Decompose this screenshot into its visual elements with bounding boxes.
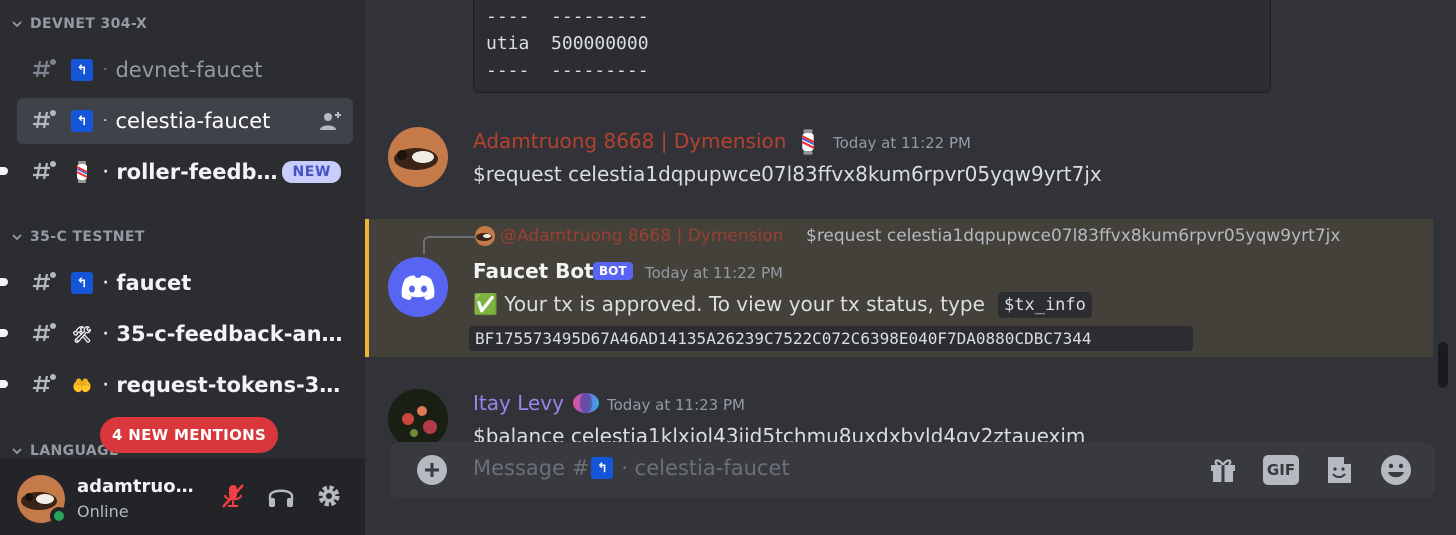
sticker-icon[interactable] (1321, 452, 1357, 488)
unread-indicator (0, 167, 8, 175)
barber-pole-emoji (71, 161, 93, 183)
separator: · (103, 113, 108, 129)
user-avatar[interactable] (17, 475, 68, 525)
code-line: ---- --------- (486, 60, 649, 81)
headphones-icon[interactable] (265, 480, 297, 512)
avatar[interactable] (388, 127, 448, 187)
separator: · (103, 275, 109, 291)
sidebar-item-celestia-faucet[interactable]: ↰ · celestia-faucet (17, 98, 353, 144)
message-input[interactable]: Message # ↰ · celestia-faucet (473, 456, 790, 480)
inline-code: $tx_info (998, 292, 1092, 318)
reply-avatar (475, 226, 495, 246)
placeholder-prefix: Message # (473, 456, 590, 480)
channel-sidebar: DEVNET 304-X ↰ · devnet-faucet ↰ · celes… (0, 0, 365, 535)
channel-name: request-tokens-35… (116, 373, 353, 397)
blue-square-hook-emoji: ↰ (71, 272, 93, 294)
unread-indicator (0, 329, 8, 337)
unread-indicator (0, 278, 8, 286)
channel-name: 35-c-feedback-and… (116, 322, 353, 346)
bot-avatar[interactable] (388, 257, 448, 317)
hammer-and-wrench-emoji: 🛠 (71, 324, 93, 344)
unread-indicator (0, 380, 8, 388)
nitro-gem-icon (573, 393, 599, 413)
gif-button[interactable]: GIF (1263, 455, 1299, 485)
blue-square-hook-emoji: ↰ (71, 59, 93, 81)
channel-name: devnet-faucet (115, 58, 263, 82)
chevron-down-icon (12, 21, 22, 28)
category-label: DEVNET 304-X (30, 16, 148, 32)
message-content: ✅ Your tx is approved. To view your tx s… (473, 292, 985, 316)
sidebar-item-35c-feedback[interactable]: 🛠 · 35-c-feedback-and… (17, 311, 353, 357)
sidebar-item-request-tokens[interactable]: 🤲 · request-tokens-35… (17, 362, 353, 408)
message-author[interactable]: Itay Levy (473, 391, 564, 415)
tx-hash-code: BF175573495D67A46AD14135A26239C7522C072C… (469, 326, 1193, 351)
code-line: utia 500000000 (486, 33, 649, 54)
separator: · (103, 164, 109, 180)
category-devnet[interactable]: DEVNET 304-X (12, 16, 147, 32)
user-status: Online (77, 502, 129, 521)
code-block: ---- --------- utia 500000000 ---- -------… (473, 0, 1271, 93)
palms-up-emoji: 🤲 (72, 375, 92, 395)
message-author[interactable]: Adamtruong 8668 | Dymension (473, 129, 786, 153)
locked-text-channel-icon (33, 323, 56, 342)
bot-tag: BOT (593, 262, 633, 280)
chevron-down-icon (12, 234, 22, 241)
placeholder-channel: · celestia-faucet (621, 456, 790, 480)
separator: · (103, 62, 108, 78)
sidebar-item-devnet-faucet[interactable]: ↰ · devnet-faucet (17, 47, 353, 93)
create-invite-icon[interactable] (319, 110, 343, 132)
channel-name: faucet (116, 271, 192, 295)
message-timestamp: Today at 11:22 PM (833, 134, 971, 152)
locked-text-channel-icon (33, 161, 56, 180)
locked-text-channel-icon (33, 374, 56, 393)
category-label: 35-C TESTNET (30, 229, 145, 245)
separator: · (103, 326, 109, 342)
message-author[interactable]: Faucet Bot (473, 259, 594, 283)
message-timestamp: Today at 11:23 PM (607, 396, 745, 414)
barber-pole-role-icon (801, 129, 815, 155)
reply-author[interactable]: @Adamtruong 8668 | Dymension (500, 226, 783, 246)
chat-area: ---- --------- utia 500000000 ---- -------… (365, 0, 1456, 535)
channel-name: celestia-faucet (115, 109, 271, 133)
separator: · (103, 377, 109, 393)
sidebar-item-faucet[interactable]: ↰ · faucet (17, 260, 353, 306)
online-status-indicator (50, 507, 68, 525)
message-timestamp: Today at 11:22 PM (645, 264, 783, 282)
sidebar-item-roller-feedback[interactable]: · roller-feedb… NEW (17, 149, 353, 195)
new-badge: NEW (282, 161, 341, 183)
code-line: ---- --------- (486, 6, 649, 27)
reply-preview[interactable]: $request celestia1dqpupwce07l83ffvx8kum6… (806, 226, 1340, 246)
gift-icon[interactable] (1205, 452, 1241, 488)
reply-connector (423, 236, 475, 254)
add-attachment-button[interactable] (417, 455, 447, 485)
settings-gear-icon[interactable] (313, 480, 345, 512)
new-mentions-button[interactable]: 4 NEW MENTIONS (100, 417, 279, 453)
locked-text-channel-icon (33, 59, 56, 78)
blue-square-hook-emoji: ↰ (71, 110, 93, 132)
message-content: $request celestia1dqpupwce07l83ffvx8kum6… (473, 162, 1102, 186)
avatar[interactable] (388, 389, 448, 449)
mic-muted-icon[interactable] (217, 480, 249, 512)
channel-name: roller-feedb… (116, 160, 278, 184)
locked-text-channel-icon (33, 110, 56, 129)
plus-icon (425, 463, 439, 477)
blue-square-hook-emoji: ↰ (591, 457, 614, 479)
scrollbar[interactable] (1438, 342, 1448, 388)
emoji-picker-icon[interactable] (1378, 452, 1414, 488)
user-panel: adamtruo… Online (0, 458, 365, 535)
username: adamtruo… (77, 476, 194, 497)
discord-app: DEVNET 304-X ↰ · devnet-faucet ↰ · celes… (0, 0, 1456, 535)
message-composer: Message # ↰ · celestia-faucet GIF (390, 442, 1435, 498)
locked-text-channel-icon (33, 272, 56, 291)
chevron-down-icon (12, 448, 22, 455)
category-35c-testnet[interactable]: 35-C TESTNET (12, 229, 145, 245)
